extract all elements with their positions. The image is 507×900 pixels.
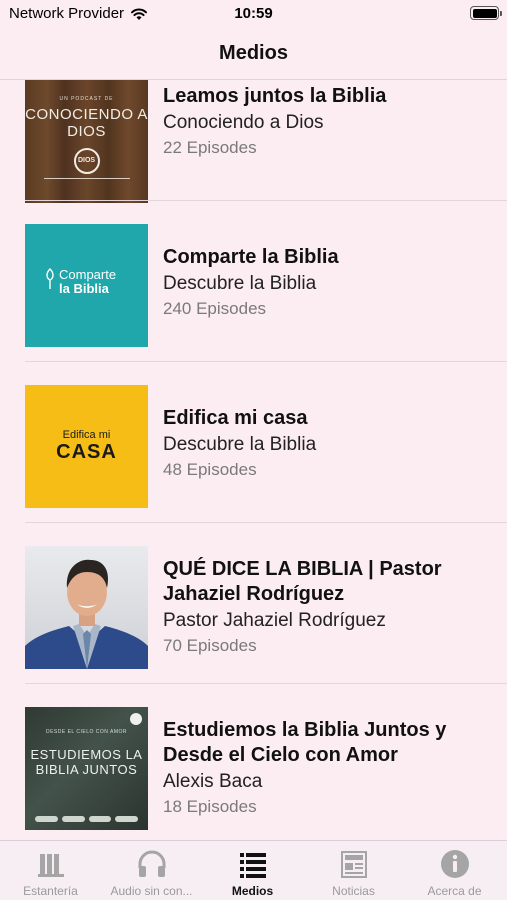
podcast-author: Alexis Baca	[163, 771, 263, 792]
podcast-artwork	[25, 546, 148, 669]
battery-icon	[470, 6, 502, 20]
status-bar: Network Provider 10:59	[0, 0, 507, 28]
artwork-line1: ESTUDIEMOS LA	[30, 747, 143, 762]
podcast-row[interactable]: QUÉ DICE LA BIBLIA | Pastor Jahaziel Rod…	[0, 523, 507, 684]
podcast-row[interactable]: Comparte la Biblia Comparte la Biblia De…	[0, 201, 507, 362]
podcast-info: Comparte la Biblia Descubre la Biblia 24…	[163, 245, 495, 321]
tab-noticias[interactable]: Noticias	[303, 841, 404, 900]
platform-badges	[35, 816, 138, 822]
podcast-info: QUÉ DICE LA BIBLIA | Pastor Jahaziel Rod…	[163, 557, 495, 658]
artwork-line2: DIOS	[67, 123, 106, 140]
status-time: 10:59	[234, 5, 273, 22]
artwork-line2: la Biblia	[59, 281, 109, 296]
podcast-episodes: 48 Episodes	[163, 460, 257, 479]
podcast-author: Pastor Jahaziel Rodríguez	[163, 610, 386, 631]
podcast-title: Estudiemos la Biblia Juntos y Desde el C…	[163, 719, 447, 766]
info-icon	[440, 850, 469, 878]
podcast-row[interactable]: Edifica mi CASA Edifica mi casa Descubre…	[0, 362, 507, 523]
podcast-artwork: Edifica mi CASA	[25, 385, 148, 508]
artwork-kicker: UN PODCAST DE	[59, 96, 114, 102]
pastor-portrait	[25, 559, 148, 669]
podcast-episodes: 70 Episodes	[163, 636, 257, 655]
bookshelf-icon	[37, 854, 64, 877]
navigation-bar: Medios	[0, 28, 507, 80]
podcast-title: Leamos juntos la Biblia	[163, 85, 387, 107]
podcast-artwork: DESDE EL CIELO CON AMOR ESTUDIEMOS LA BI…	[25, 707, 148, 830]
podcast-artwork: UN PODCAST DE CONOCIENDO A DIOS DIOS	[25, 80, 148, 203]
page-title: Medios	[219, 42, 288, 64]
tab-label: Audio sin con...	[110, 884, 193, 898]
headphones-icon	[138, 850, 165, 877]
podcast-artwork: Comparte la Biblia	[25, 224, 148, 347]
artwork-line1: CONOCIENDO A	[25, 106, 148, 123]
artwork-line2: BIBLIA JUNTOS	[35, 762, 138, 777]
podcast-row[interactable]: UN PODCAST DE CONOCIENDO A DIOS DIOS Lea…	[0, 80, 507, 203]
podcast-author: Descubre la Biblia	[163, 434, 317, 455]
tab-label: Estantería	[23, 884, 78, 898]
tab-estanteria[interactable]: Estantería	[0, 841, 101, 900]
tab-label: Noticias	[332, 884, 375, 898]
podcast-title: Comparte la Biblia	[163, 246, 339, 268]
tab-audio[interactable]: Audio sin con...	[101, 841, 202, 900]
podcast-info: Estudiemos la Biblia Juntos y Desde el C…	[163, 718, 495, 819]
podcast-author: Conociendo a Dios	[163, 112, 324, 133]
podcast-episodes: 18 Episodes	[163, 797, 257, 816]
podcast-episodes: 240 Episodes	[163, 299, 267, 318]
bible-figure-icon	[46, 268, 54, 289]
tab-acerca-de[interactable]: Acerca de	[404, 841, 505, 900]
tab-label: Acerca de	[427, 884, 482, 898]
podcast-logo-icon	[130, 713, 142, 725]
list-icon	[239, 853, 266, 878]
podcast-info: Edifica mi casa Descubre la Biblia 48 Ep…	[163, 406, 495, 482]
artwork-kicker: DESDE EL CIELO CON AMOR	[45, 729, 128, 735]
podcast-title: QUÉ DICE LA BIBLIA | Pastor Jahaziel Rod…	[163, 558, 442, 605]
tab-bar: Estantería Audio sin con... Medios Notic…	[0, 840, 507, 900]
podcast-row[interactable]: DESDE EL CIELO CON AMOR ESTUDIEMOS LA BI…	[0, 684, 507, 840]
podcast-list[interactable]: UN PODCAST DE CONOCIENDO A DIOS DIOS Lea…	[0, 80, 507, 840]
artwork-line2: CASA	[56, 441, 117, 463]
artwork-line1: Comparte	[59, 267, 117, 282]
podcast-author: Descubre la Biblia	[163, 273, 317, 294]
artwork-line1: Edifica mi	[62, 429, 111, 441]
podcast-info: Leamos juntos la Biblia Conociendo a Dio…	[163, 84, 495, 160]
tab-label: Medios	[231, 884, 274, 898]
newspaper-icon	[340, 851, 367, 878]
artwork-badge: DIOS	[73, 148, 100, 174]
podcast-title: Edifica mi casa	[163, 407, 308, 429]
tab-medios[interactable]: Medios	[202, 841, 303, 900]
podcast-episodes: 22 Episodes	[163, 138, 257, 157]
